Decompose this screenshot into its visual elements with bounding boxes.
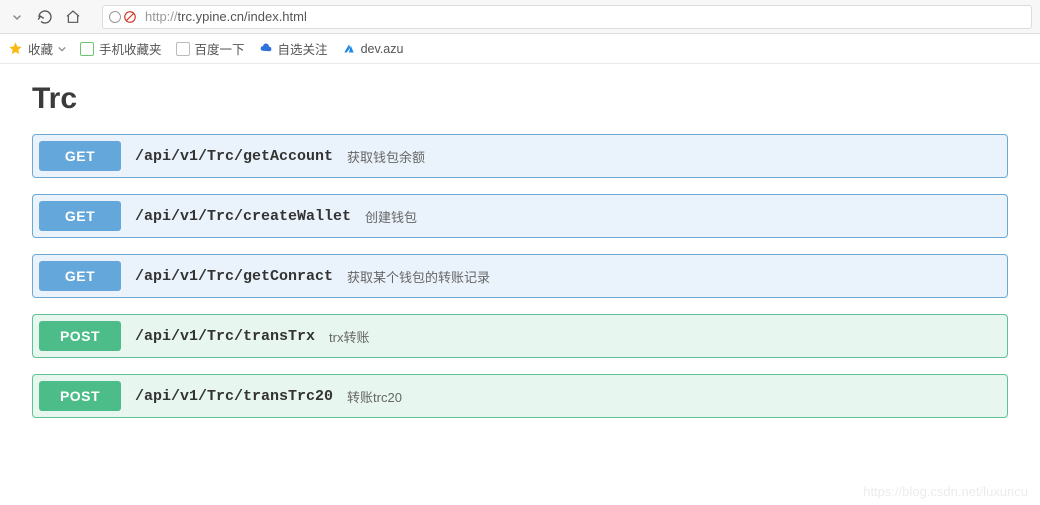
bookmark-label: 手机收藏夹: [99, 39, 162, 58]
favorites-label: 收藏: [28, 39, 53, 58]
endpoint-trans-trx[interactable]: POST /api/v1/Trc/transTrx trx转账: [32, 314, 1008, 358]
bookmark-item-mobile[interactable]: 手机收藏夹: [80, 39, 162, 58]
endpoint-get-account[interactable]: GET /api/v1/Trc/getAccount 获取钱包余额: [32, 134, 1008, 178]
endpoint-trans-trc20[interactable]: POST /api/v1/Trc/transTrc20 转账trc20: [32, 374, 1008, 418]
page-title: Trc: [32, 82, 1008, 116]
chevron-down-icon: [58, 45, 66, 53]
endpoint-desc: 获取某个钱包的转账记录: [347, 267, 490, 286]
watermark: https://blog.csdn.net/luxuncu: [863, 484, 1028, 499]
endpoint-desc: 获取钱包余额: [347, 147, 425, 166]
method-badge: POST: [39, 381, 121, 411]
star-icon: [8, 41, 23, 56]
azure-icon: [342, 42, 356, 56]
bookmark-item-select[interactable]: 自选关注: [259, 39, 328, 58]
site-security-icon[interactable]: [109, 10, 137, 24]
method-badge: GET: [39, 261, 121, 291]
bookmark-bar: 收藏 手机收藏夹 百度一下 自选关注 dev.azu: [0, 34, 1040, 64]
bookmark-label: dev.azu: [361, 42, 404, 56]
endpoint-desc: 转账trc20: [347, 387, 402, 406]
endpoint-path: /api/v1/Trc/getConract: [135, 268, 333, 285]
endpoint-desc: trx转账: [329, 327, 369, 346]
cloud-icon: [259, 42, 273, 56]
endpoint-path: /api/v1/Trc/transTrx: [135, 328, 315, 345]
page-icon: [176, 42, 190, 56]
method-badge: POST: [39, 321, 121, 351]
bookmark-label: 百度一下: [195, 39, 245, 58]
method-badge: GET: [39, 201, 121, 231]
endpoint-create-wallet[interactable]: GET /api/v1/Trc/createWallet 创建钱包: [32, 194, 1008, 238]
method-badge: GET: [39, 141, 121, 171]
endpoint-path: /api/v1/Trc/getAccount: [135, 148, 333, 165]
endpoint-get-conract[interactable]: GET /api/v1/Trc/getConract 获取某个钱包的转账记录: [32, 254, 1008, 298]
page-content: Trc GET /api/v1/Trc/getAccount 获取钱包余额 GE…: [0, 64, 1040, 452]
url-text: http://trc.ypine.cn/index.html: [145, 9, 307, 24]
not-secure-icon: [123, 10, 137, 24]
bookmark-item-baidu[interactable]: 百度一下: [176, 39, 245, 58]
url-bar[interactable]: http://trc.ypine.cn/index.html: [102, 5, 1032, 29]
favorites-menu[interactable]: 收藏: [8, 39, 66, 58]
browser-back-dropdown-icon[interactable]: [8, 8, 26, 26]
browser-toolbar: http://trc.ypine.cn/index.html: [0, 0, 1040, 34]
home-icon[interactable]: [64, 8, 82, 26]
reload-icon[interactable]: [36, 8, 54, 26]
endpoint-path: /api/v1/Trc/createWallet: [135, 208, 351, 225]
endpoint-desc: 创建钱包: [365, 207, 417, 226]
bookmark-label: 自选关注: [278, 39, 328, 58]
page-icon: [80, 42, 94, 56]
bookmark-item-devazu[interactable]: dev.azu: [342, 42, 404, 56]
endpoint-path: /api/v1/Trc/transTrc20: [135, 388, 333, 405]
